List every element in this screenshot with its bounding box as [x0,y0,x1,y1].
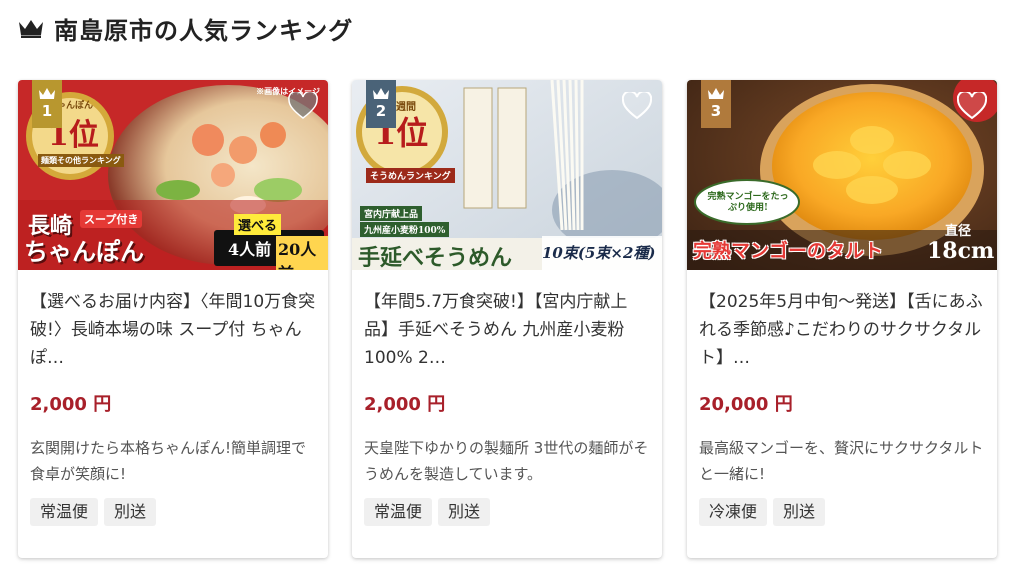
tag-shipping: 冷凍便 [699,498,768,526]
rank-badge: 3 [701,80,731,128]
rank-badge: 2 [366,80,396,128]
tag-separate: 別送 [104,498,157,526]
heart-icon[interactable] [957,92,987,120]
badge-sub-text: 麺類その他ランキング [38,154,124,167]
product-image[interactable]: 週間 1位 そうめんランキング 宮内庁献上品 九州産小麦粉100% 手延べそうめ… [352,80,662,270]
product-image[interactable]: ちゃんぽん 1位 麺類その他ランキング ※画像はイメージ 長崎 ちゃんぽん スー… [18,80,328,270]
bundle-count: 10束(5束×2種) [542,244,656,262]
product-name-overlay: 手延べそうめん [358,245,513,270]
product-price: 20,000 円 [699,394,793,415]
ranking-card[interactable]: 完熟マンゴーをたっぷり使用! 完熟マンゴーのタルト 直径 18cm 3 【202… [687,80,997,558]
rank-number: 1 [41,102,53,120]
tag-list: 常温便 別送 [30,498,157,526]
page-title: 南島原市の人気ランキング [54,16,354,45]
product-price: 2,000 円 [364,394,446,415]
badge-sub-text: そうめんランキング [366,168,455,183]
crown-icon [19,20,43,38]
product-image[interactable]: 完熟マンゴーをたっぷり使用! 完熟マンゴーのタルト 直径 18cm [687,80,997,270]
label-wheat: 九州産小麦粉100% [360,222,450,237]
product-title[interactable]: 【選べるお届け内容】〈年間10万食突破!〉長崎本場の味 スープ付 ちゃんぽ… [30,288,316,372]
speech-bubble: 完熟マンゴーをたっぷり使用! [707,192,789,213]
ranking-list: ちゃんぽん 1位 麺類その他ランキング ※画像はイメージ 長崎 ちゃんぽん スー… [18,80,998,560]
product-description: 天皇陛下ゆかりの製麺所 3世代の麺師がそうめんを製造しています。 [364,439,649,483]
product-description: 最高級マンゴーを、贅沢にサクサクタルトと一緒に! [699,439,984,483]
product-description: 玄関開けたら本格ちゃんぽん!簡単調理で食卓が笑顔に! [30,439,307,483]
tag-separate: 別送 [773,498,826,526]
product-name-overlay: 完熟マンゴーのタルト [693,240,884,262]
product-title[interactable]: 【年間5.7万食突破!】【宮内庁献上品】手延べそうめん 九州産小麦粉100% 2… [364,288,650,372]
crown-icon [708,88,724,99]
soup-label: スープ付き [80,210,143,228]
product-price: 2,000 円 [30,394,112,415]
diameter-label: 直径 [945,224,972,239]
heart-icon[interactable] [622,92,652,120]
product-name-line2: ちゃんぽん [24,237,144,266]
heart-icon[interactable] [288,92,318,120]
crown-icon [373,88,389,99]
choose-label: 選べる [234,214,282,235]
servings-b: 20人前 [276,236,328,270]
crown-icon [39,88,55,99]
tag-shipping: 常温便 [364,498,433,526]
diameter-value: 18cm [927,238,995,264]
tag-shipping: 常温便 [30,498,99,526]
label-imperial: 宮内庁献上品 [360,206,423,221]
ranking-card[interactable]: 週間 1位 そうめんランキング 宮内庁献上品 九州産小麦粉100% 手延べそうめ… [352,80,662,558]
rank-number: 2 [375,102,387,120]
product-title[interactable]: 【2025年5月中旬〜発送】【舌にあふれる季節感♪こだわりのサクサクタルト】… [699,288,985,372]
rank-badge: 1 [32,80,62,128]
ranking-header: 南島原市の人気ランキング [18,10,353,46]
rank-number: 3 [710,102,722,120]
ranking-card[interactable]: ちゃんぽん 1位 麺類その他ランキング ※画像はイメージ 長崎 ちゃんぽん スー… [18,80,328,558]
servings-a: 4人前 [228,240,272,259]
tag-list: 常温便 別送 [364,498,491,526]
tag-separate: 別送 [438,498,491,526]
tag-list: 冷凍便 別送 [699,498,826,526]
